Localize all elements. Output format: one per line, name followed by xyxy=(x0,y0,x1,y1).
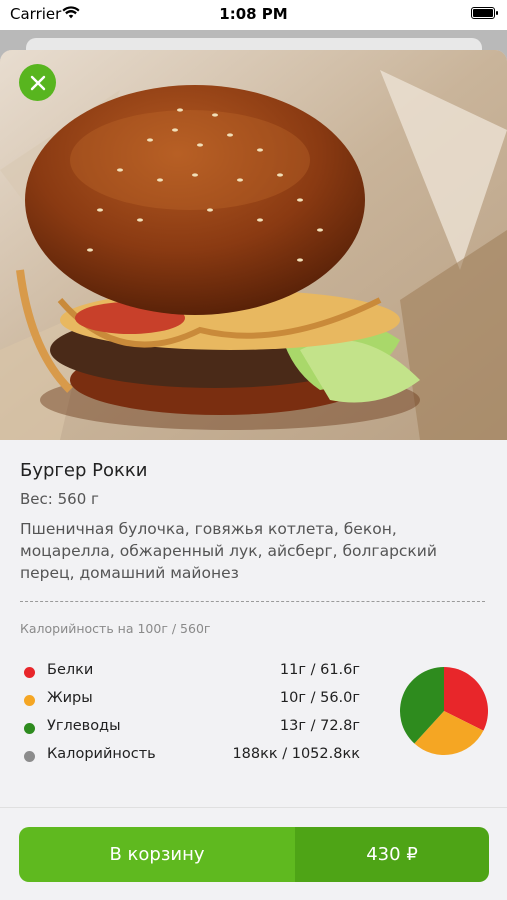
nutrient-amount: 11г / 61.6г xyxy=(279,662,360,678)
close-button[interactable] xyxy=(19,64,56,101)
product-sheet: Бургер Рокки Вес: 560 г Пшеничная булочк… xyxy=(0,50,507,900)
fat-dot xyxy=(24,695,35,706)
price-label: 430 ₽ xyxy=(295,827,489,882)
nutrient-name: Белки xyxy=(47,662,94,678)
footer: В корзину 430 ₽ xyxy=(0,807,507,900)
nutrient-row-protein: Белки 11г / 61.6г xyxy=(20,660,360,682)
nutrient-name: Калорийность xyxy=(47,746,156,762)
nutrient-amount: 13г / 72.8г xyxy=(279,718,360,734)
product-description: Пшеничная булочка, говяжья котлета, беко… xyxy=(20,520,437,582)
weight-value: 560 г xyxy=(57,490,99,508)
status-bar: Carrier 1:08 PM xyxy=(0,0,507,30)
add-to-cart-button[interactable]: В корзину 430 ₽ xyxy=(19,827,489,882)
protein-dot xyxy=(24,667,35,678)
calories-caption: Калорийность на 100г / 560г xyxy=(20,621,211,636)
add-to-cart-label: В корзину xyxy=(19,827,295,882)
nutrient-name: Углеводы xyxy=(47,718,121,734)
calories-dot xyxy=(24,751,35,762)
nutrient-row-calories: Калорийность 188кк / 1052.8кк xyxy=(20,744,360,766)
clock: 1:08 PM xyxy=(219,5,288,23)
product-photo xyxy=(0,50,507,440)
carbs-dot xyxy=(24,723,35,734)
close-icon xyxy=(30,75,45,90)
nutrient-row-fat: Жиры 10г / 56.0г xyxy=(20,688,360,710)
nutrition-pie-chart xyxy=(400,667,488,755)
divider xyxy=(20,601,485,602)
product-title: Бургер Рокки xyxy=(20,460,148,481)
nutrient-row-carbs: Углеводы 13г / 72.8г xyxy=(20,716,360,738)
nutrient-amount: 10г / 56.0г xyxy=(279,690,360,706)
nutrient-name: Жиры xyxy=(47,690,93,706)
product-weight: Вес: 560 г xyxy=(20,490,99,508)
battery-icon xyxy=(471,7,498,19)
weight-label: Вес: xyxy=(20,490,53,508)
nutrient-amount: 188кк / 1052.8кк xyxy=(232,746,360,762)
